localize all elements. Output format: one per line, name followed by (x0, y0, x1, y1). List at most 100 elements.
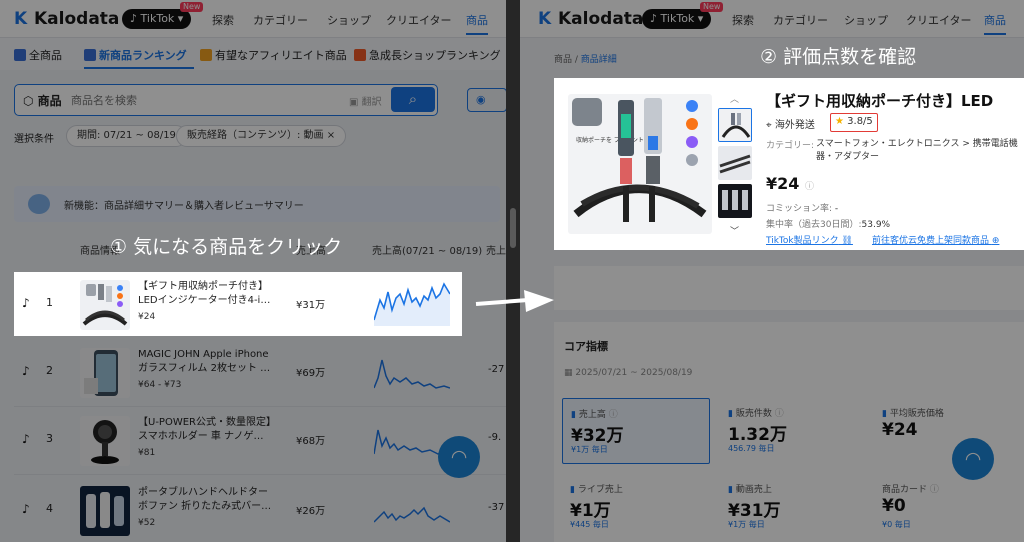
metric-label-text: 平均販売価格 (889, 409, 944, 419)
platform-selector[interactable]: ♪ TikTok ▾ (642, 9, 712, 29)
metric-label: ▮ ライブ売上 (570, 482, 623, 495)
close-icon[interactable]: × (327, 130, 335, 141)
product-name[interactable]: MAGIC JOHN Apple iPhone ガラスフィルム 2枚セット … (138, 348, 288, 376)
product-name-line1: 【U-POWER公式・数量限定】 (138, 417, 276, 428)
link-label: TikTok製品リンク (766, 236, 839, 246)
nav-product[interactable]: 商品 (984, 12, 1006, 28)
core-metrics-panel: コア指標 ▦ 2025/07/21 ~ 2025/08/19 ▮ 売上高 ⓘ ¥… (554, 322, 1024, 542)
price-value: ¥24 (766, 174, 800, 193)
col-sales-pct: 売上 (486, 246, 506, 257)
table-row[interactable]: ♪ 3 【U-POWER公式・数量限定】 スマホホルダー 車 ナノゲ… ¥81 ¥… (14, 408, 506, 472)
sales-change: -9. (488, 432, 502, 443)
pane-divider (506, 0, 520, 542)
product-name[interactable]: ポータブルハンドヘルドター ボファン 折りたたみ式バー… (138, 486, 288, 514)
info-icon[interactable]: ⓘ (805, 182, 814, 192)
placeholder-section (554, 266, 1024, 310)
chevron-down-icon[interactable]: ﹀ (730, 224, 739, 237)
product-name-line2: ボファン 折りたたみ式バー… (138, 501, 272, 512)
nav-category[interactable]: カテゴリー (773, 12, 828, 28)
cable-thumb-image (718, 146, 752, 180)
divider-handle[interactable] (510, 208, 516, 248)
product-thumbnail[interactable] (80, 416, 130, 466)
tab-growth-shops[interactable]: 急成長ショップランキング (354, 47, 501, 63)
nav-category[interactable]: カテゴリー (253, 12, 308, 28)
product-thumbnail[interactable] (80, 280, 130, 330)
product-name[interactable]: 【ギフト用収納ポーチ付き】 LEDインジケーター付き4-i… (138, 280, 288, 308)
image-search-button[interactable]: ◉ (467, 88, 506, 112)
bar-chart-icon: ▮ (882, 409, 887, 419)
nav-explore[interactable]: 探索 (212, 12, 234, 28)
search-input[interactable] (71, 89, 301, 111)
commission-label: コミッション率: (766, 204, 833, 214)
period-chip[interactable]: 期間: 07/21 ~ 08/19 (66, 125, 187, 147)
platform-name: TikTok (660, 12, 695, 25)
product-thumbnail[interactable] (80, 486, 130, 536)
metric-label-text: 商品カード (882, 485, 928, 495)
nav-explore[interactable]: 探索 (732, 12, 754, 28)
product-thumbnail[interactable] (80, 348, 130, 398)
channel-chip[interactable]: 販売経路（コンテンツ）: 動画 × (176, 125, 347, 147)
tab-affiliate[interactable]: 有望なアフィリエイト商品 (200, 47, 347, 63)
metric-revenue[interactable]: ▮ 売上高 ⓘ ¥32万 ¥1万 毎日 (562, 398, 710, 464)
tiktok-icon: ♪ (22, 502, 30, 516)
nav-creator[interactable]: クリエイター (386, 12, 452, 28)
metric-label: 商品カード ⓘ (882, 482, 939, 495)
metric-daily: ¥1万 毎日 (728, 520, 765, 529)
metric-label-text: ライブ売上 (577, 485, 623, 495)
metric-units-sold[interactable]: ▮ 販売件数 ⓘ 1.32万 456.79 毎日 (720, 398, 868, 464)
metric-product-card[interactable]: 商品カード ⓘ ¥0 ¥0 毎日 (874, 474, 1022, 540)
nav-product[interactable]: 商品 (466, 12, 488, 28)
metric-daily: ¥1万 毎日 (571, 445, 608, 454)
tiktok-product-link[interactable]: TikTok製品リンク ⛓ (766, 233, 853, 246)
tiktok-icon: ♪ (22, 364, 30, 378)
feature-banner[interactable]: 新機能：商品詳細サマリー＆購入者レビューサマリー (14, 186, 500, 222)
brand-logo[interactable]: K Kalodata (538, 9, 643, 29)
metric-live-revenue[interactable]: ▮ ライブ売上 ¥1万 ¥445 毎日 (562, 474, 710, 540)
product-name-line1: MAGIC JOHN Apple iPhone (138, 349, 269, 360)
category-label: カテゴリー: (766, 141, 815, 151)
date-range[interactable]: ▦ 2025/07/21 ~ 2025/08/19 (564, 368, 692, 378)
handheld-fan-image (86, 492, 124, 528)
translate-toggle[interactable]: ▣ 翻訳 (349, 93, 382, 108)
sales-sparkline (374, 506, 450, 523)
metric-value: ¥32万 (571, 426, 624, 446)
metric-video-revenue[interactable]: ▮ 動画売上 ¥31万 ¥1万 毎日 (720, 474, 868, 540)
product-name[interactable]: 【U-POWER公式・数量限定】 スマホホルダー 車 ナノゲ… (138, 416, 288, 444)
table-row[interactable]: ♪ 1 【ギフト用収納ポーチ付き】 LEDインジケーター付き4-i… ¥24 ¥3… (14, 272, 506, 336)
product-sales: ¥31万 (296, 300, 326, 311)
sales-change: -37 (488, 502, 505, 513)
thumbnail-1[interactable] (718, 108, 752, 142)
thumbnail-3[interactable] (718, 184, 752, 218)
search-category[interactable]: ⬡ 商品 (23, 92, 62, 109)
support-chat-button[interactable]: ◠ (952, 438, 994, 480)
bar-chart-icon: ▮ (571, 410, 576, 420)
nav-shop[interactable]: ショップ (844, 12, 888, 28)
metric-avg-price[interactable]: ▮ 平均販売価格 ¥24 (874, 398, 1022, 464)
chevron-up-icon[interactable]: ︿ (730, 92, 739, 105)
tab-label: 全商品 (29, 49, 62, 62)
platform-selector[interactable]: ♪ TikTok ▾ (122, 9, 192, 29)
channel-chip-label: 販売経路（コンテンツ）: 動画 (187, 130, 324, 141)
grid-icon (14, 49, 26, 61)
breadcrumb-root[interactable]: 商品 (554, 55, 572, 65)
ranking-tabs: 全商品 新商品ランキング 有望なアフィリエイト商品 急成長ショップランキング (0, 38, 506, 70)
thumbnail-2[interactable] (718, 146, 752, 180)
list-same-product-link[interactable]: 前往客优云免费上架同款商品 ⊕ (872, 233, 999, 246)
link-label: 前往客优云免费上架同款商品 (872, 236, 990, 246)
category-path[interactable]: スマートフォン・エレクトロニクス > 携帯電話機器・アダプター (816, 138, 1022, 164)
nav-shop[interactable]: ショップ (327, 12, 371, 28)
product-sales: ¥69万 (296, 368, 326, 379)
brand-logo[interactable]: K Kalodata (14, 9, 119, 29)
tab-all-products[interactable]: 全商品 (14, 47, 62, 63)
metric-value: ¥1万 (570, 501, 611, 521)
search-button[interactable]: ⌕ (391, 87, 435, 112)
arrow-icon (475, 290, 554, 312)
search-category-label: 商品 (37, 94, 62, 108)
nav-creator[interactable]: クリエイター (906, 12, 972, 28)
product-main-image[interactable]: 収納ポーチを プレゼント (568, 94, 712, 234)
table-row[interactable]: ♪ 2 MAGIC JOHN Apple iPhone ガラスフィルム 2枚セット… (14, 340, 506, 404)
table-row[interactable]: ♪ 4 ポータブルハンドヘルドター ボファン 折りたたみ式バー… ¥52 ¥26万… (14, 478, 506, 542)
tab-new-products[interactable]: 新商品ランキング (84, 47, 187, 63)
brand-name: Kalodata (34, 9, 120, 29)
support-chat-button[interactable]: ◠ (438, 436, 480, 478)
